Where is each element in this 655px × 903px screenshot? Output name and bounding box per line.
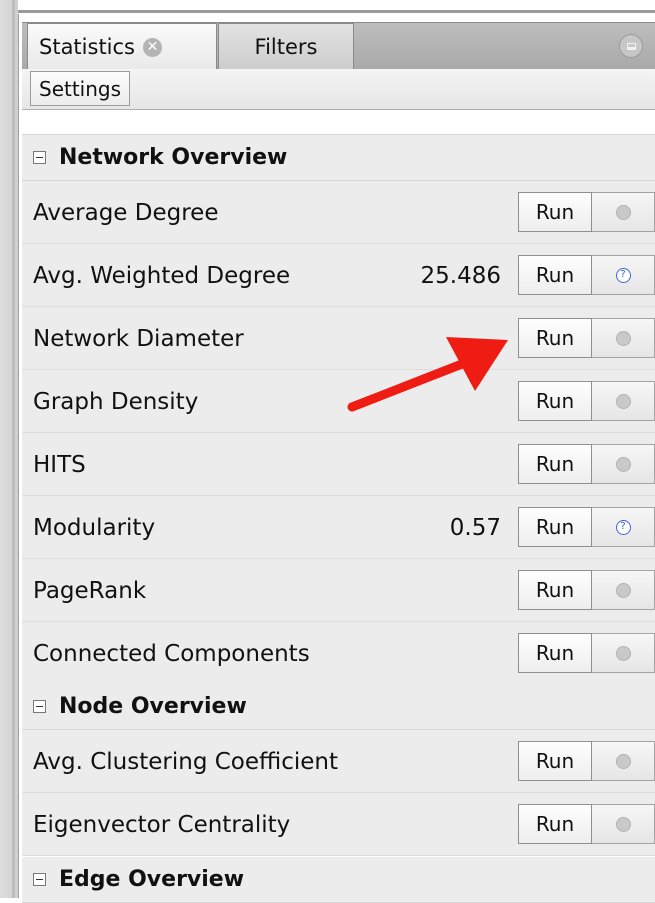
run-button[interactable]: Run <box>518 804 592 844</box>
statistic-row: HITS Run <box>22 433 655 496</box>
run-button[interactable]: Run <box>518 444 592 484</box>
help-button[interactable]: ? <box>592 255 655 295</box>
section-node-overview[interactable]: Node Overview <box>22 684 655 730</box>
statistic-name: Modularity <box>33 514 156 541</box>
statistic-row: Connected Components Run <box>22 622 655 685</box>
run-button[interactable]: Run <box>518 570 592 610</box>
collapse-icon[interactable] <box>33 151 46 164</box>
statistic-name: Network Diameter <box>33 325 244 352</box>
statistic-row: Average Degree Run <box>22 181 655 244</box>
tab-bar: Statistics ✕ Filters <box>22 22 655 70</box>
help-icon: ? <box>615 519 631 535</box>
panel-spacer <box>22 110 655 135</box>
help-button <box>592 804 655 844</box>
settings-toolbar: Settings <box>22 69 655 110</box>
help-icon <box>615 753 631 769</box>
help-icon <box>615 582 631 598</box>
help-icon: ? <box>615 267 631 283</box>
statistic-row: Avg. Clustering Coefficient Run <box>22 730 655 793</box>
statistic-row: Eigenvector Centrality Run <box>22 793 655 856</box>
help-button <box>592 741 655 781</box>
statistic-value: 0.57 <box>449 514 501 541</box>
help-icon <box>615 816 631 832</box>
run-button[interactable]: Run <box>518 741 592 781</box>
help-icon <box>615 204 631 220</box>
tab-filters-label: Filters <box>254 34 318 59</box>
help-button <box>592 318 655 358</box>
section-title: Network Overview <box>59 145 288 170</box>
help-icon <box>615 393 631 409</box>
tab-statistics-label: Statistics <box>39 35 135 59</box>
collapse-icon[interactable] <box>33 873 46 886</box>
statistic-name: Connected Components <box>33 640 310 667</box>
help-button[interactable]: ? <box>592 507 655 547</box>
top-window-edge <box>18 0 655 14</box>
collapse-icon[interactable] <box>33 700 46 713</box>
statistic-name: Avg. Clustering Coefficient <box>33 748 339 775</box>
section-edge-overview[interactable]: Edge Overview <box>22 857 655 903</box>
close-icon[interactable]: ✕ <box>143 37 162 57</box>
statistic-name: Average Degree <box>33 199 219 226</box>
settings-button[interactable]: Settings <box>30 71 131 106</box>
minimize-icon[interactable] <box>619 34 643 58</box>
help-button <box>592 633 655 673</box>
statistic-name: PageRank <box>33 577 147 604</box>
help-icon <box>615 645 631 661</box>
run-button[interactable]: Run <box>518 255 592 295</box>
run-button[interactable]: Run <box>518 633 592 673</box>
help-button <box>592 381 655 421</box>
section-title: Edge Overview <box>59 867 245 892</box>
statistic-row: Network Diameter Run <box>22 307 655 370</box>
help-button <box>592 444 655 484</box>
section-title: Node Overview <box>59 694 247 719</box>
run-button[interactable]: Run <box>518 318 592 358</box>
help-icon <box>615 330 631 346</box>
run-button[interactable]: Run <box>518 507 592 547</box>
statistic-row: Avg. Weighted Degree 25.486 Run? <box>22 244 655 307</box>
statistic-row: Graph Density Run <box>22 370 655 433</box>
section-network-overview[interactable]: Network Overview <box>22 135 655 181</box>
statistic-name: Eigenvector Centrality <box>33 811 291 838</box>
help-icon <box>615 456 631 472</box>
statistic-name: HITS <box>33 451 86 478</box>
statistic-row: PageRank Run <box>22 559 655 622</box>
help-button <box>592 570 655 610</box>
statistic-value: 25.486 <box>420 262 501 289</box>
run-button[interactable]: Run <box>518 192 592 232</box>
run-button[interactable]: Run <box>518 381 592 421</box>
tab-filters[interactable]: Filters <box>218 23 354 69</box>
statistic-name: Graph Density <box>33 388 199 415</box>
tab-statistics[interactable]: Statistics ✕ <box>27 23 217 70</box>
statistic-row: Modularity 0.57 Run? <box>22 496 655 559</box>
statistic-name: Avg. Weighted Degree <box>33 262 291 289</box>
help-button <box>592 192 655 232</box>
left-window-edge <box>0 0 19 898</box>
